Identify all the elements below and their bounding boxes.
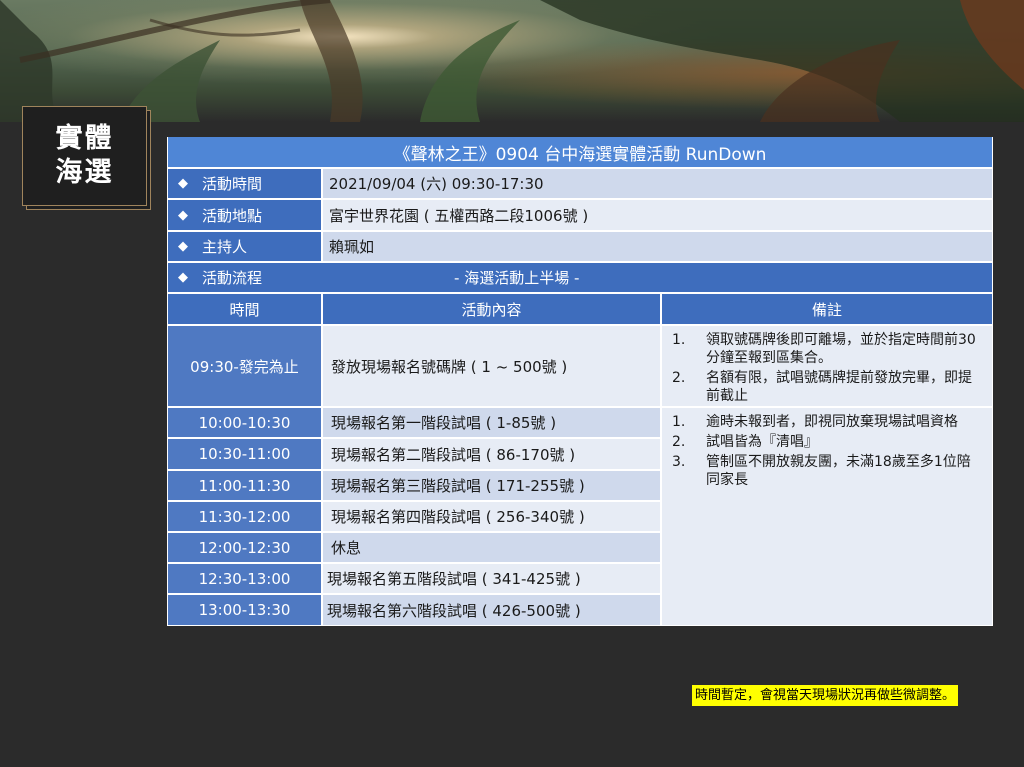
- table-row-content: 現場報名第三階段試唱 ( 171-255號 ): [323, 471, 660, 500]
- table-row-time: 10:00-10:30: [168, 408, 321, 437]
- header-time: 時間: [168, 294, 321, 324]
- info-label: 活動地點: [202, 206, 263, 225]
- badge-line-2: 海選: [55, 157, 114, 188]
- table-title: 《聲林之王》0904 台中海選實體活動 RunDown: [168, 137, 992, 167]
- schedule-disclaimer: 時間暫定，會視當天現場狀況再做些微調整。: [692, 685, 959, 706]
- info-row-value: 賴珮如: [323, 232, 992, 261]
- table-row-content: 休息: [323, 533, 660, 562]
- info-row-value: 2021/09/04 (六) 09:30-17:30: [323, 169, 992, 198]
- table-row-content: 發放現場報名號碼牌 ( 1 ~ 500號 ): [323, 326, 660, 406]
- note-text: 領取號碼牌後即可離場，並於指定時間前30分鐘至報到區集合。: [706, 332, 976, 366]
- note-number: 2.: [672, 370, 686, 386]
- table-row-time: 12:30-13:00: [168, 564, 321, 593]
- header-note: 備註: [662, 294, 992, 324]
- rundown-table: 《聲林之王》0904 台中海選實體活動 RunDown ◆ 活動時間 2021/…: [167, 137, 993, 626]
- table-row-time: 13:00-13:30: [168, 595, 321, 625]
- flow-row: ◆ 活動流程 - 海選活動上半場 -: [168, 263, 992, 292]
- diamond-icon: ◆: [178, 270, 188, 285]
- note-item: 1. 逾時未報到者，即視同放棄現場試唱資格: [670, 413, 984, 431]
- notes-registration: 1. 領取號碼牌後即可離場，並於指定時間前30分鐘至報到區集合。 2. 名額有限，試…: [662, 326, 992, 406]
- note-item: 1. 領取號碼牌後即可離場，並於指定時間前30分鐘至報到區集合。: [670, 331, 984, 367]
- note-text: 逾時未報到者，即視同放棄現場試唱資格: [706, 414, 958, 430]
- note-number: 1.: [672, 332, 686, 348]
- audition-badge: 實體 海選: [22, 106, 147, 206]
- badge-line-1: 實體: [55, 123, 114, 154]
- table-row-content: 現場報名第五階段試唱 ( 341-425號 ): [323, 564, 660, 593]
- notes-audition: 1. 逾時未報到者，即視同放棄現場試唱資格 2. 試唱皆為『清唱』 3. 管制區不開放…: [662, 408, 992, 625]
- diamond-icon: ◆: [178, 239, 188, 254]
- diamond-icon: ◆: [178, 176, 188, 191]
- table-row-time: 11:30-12:00: [168, 502, 321, 531]
- table-row-time: 10:30-11:00: [168, 439, 321, 469]
- note-text: 管制區不開放親友團，未滿18歲至多1位陪同家長: [706, 454, 971, 488]
- note-number: 1.: [672, 414, 686, 430]
- table-row-time: 11:00-11:30: [168, 471, 321, 500]
- table-row-time: 12:00-12:30: [168, 533, 321, 562]
- jungle-banner: [0, 0, 1024, 122]
- header-content: 活動內容: [323, 294, 660, 324]
- diamond-icon: ◆: [178, 207, 188, 223]
- note-number: 3.: [672, 454, 686, 470]
- table-row-content: 現場報名第一階段試唱 ( 1-85號 ): [323, 408, 660, 437]
- note-item: 3. 管制區不開放親友團，未滿18歲至多1位陪同家長: [670, 453, 984, 489]
- jungle-foliage-illustration: [0, 0, 1024, 122]
- info-row-label: ◆ 活動地點: [168, 200, 321, 230]
- note-item: 2. 名額有限，試唱號碼牌提前發放完畢，即提前截止: [670, 369, 984, 405]
- info-row-label: ◆ 活動時間: [168, 169, 321, 198]
- info-row-value: 富宇世界花園 ( 五權西路二段1006號 ): [323, 200, 992, 230]
- table-row-content: 現場報名第二階段試唱 ( 86-170號 ): [323, 439, 660, 469]
- info-row-label: ◆ 主持人: [168, 232, 321, 261]
- note-text: 名額有限，試唱號碼牌提前發放完畢，即提前截止: [706, 370, 972, 404]
- table-row-time: 09:30-發完為止: [168, 326, 321, 406]
- note-text: 試唱皆為『清唱』: [706, 434, 818, 450]
- flow-label: 活動流程: [202, 269, 263, 287]
- note-item: 2. 試唱皆為『清唱』: [670, 433, 984, 451]
- note-number: 2.: [672, 434, 686, 450]
- table-row-content: 現場報名第六階段試唱 ( 426-500號 ): [323, 595, 660, 625]
- info-label: 活動時間: [202, 175, 263, 193]
- table-row-content: 現場報名第四階段試唱 ( 256-340號 ): [323, 502, 660, 531]
- info-label: 主持人: [202, 238, 248, 256]
- flow-session-title: - 海選活動上半場 -: [454, 269, 580, 287]
